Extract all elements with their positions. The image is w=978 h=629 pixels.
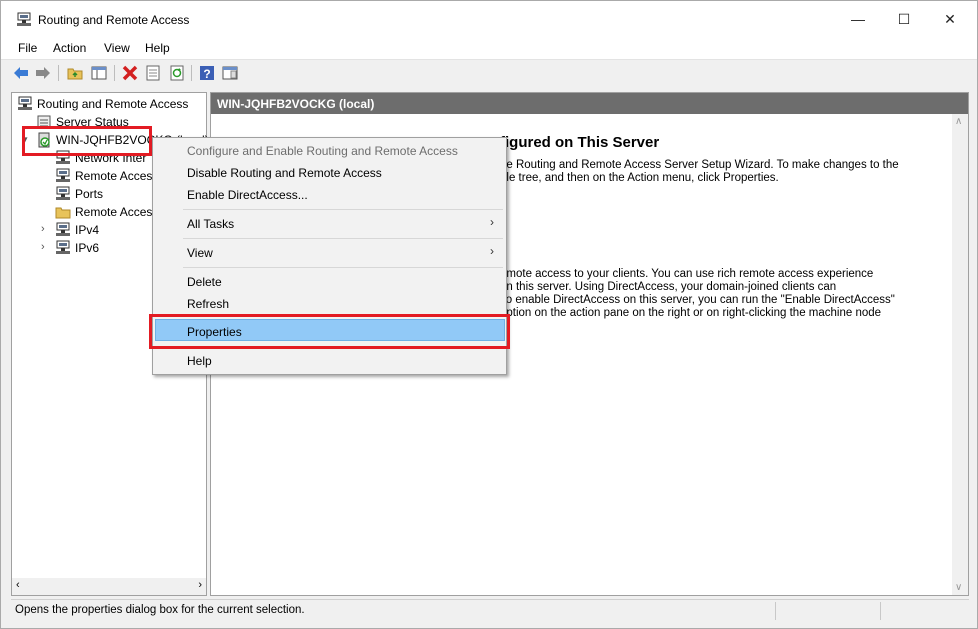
- menu-view-submenu[interactable]: View: [187, 246, 213, 260]
- tree-item-remote-access-logging[interactable]: Remote Acces: [55, 203, 152, 221]
- help-toolbar-button[interactable]: ?: [197, 64, 217, 82]
- forward-icon: [36, 67, 50, 79]
- refresh-button[interactable]: [167, 64, 187, 82]
- remote-access-logging-label: Remote Acces: [75, 205, 153, 219]
- show-hide-tree-button[interactable]: [89, 64, 109, 82]
- status-cell-2: [880, 602, 969, 620]
- forward-button[interactable]: [33, 64, 53, 82]
- delete-button[interactable]: [120, 64, 140, 82]
- properties-toolbar-button[interactable]: [143, 64, 163, 82]
- scroll-down-icon[interactable]: ∨: [955, 582, 962, 593]
- ipv4-icon: [55, 222, 71, 238]
- menu-bar: File Action View Help: [1, 37, 977, 59]
- remote-access-clients-label: Remote Acces: [75, 169, 153, 183]
- details-para2-line3: To enable DirectAccess on this server, y…: [500, 294, 895, 306]
- menu-separator: [183, 238, 503, 239]
- status-bar: Opens the properties dialog box for the …: [11, 599, 969, 621]
- up-folder-button[interactable]: [65, 64, 85, 82]
- minimize-button[interactable]: —: [835, 1, 881, 37]
- expand-ipv6-icon[interactable]: ›: [41, 241, 45, 253]
- menu-help[interactable]: Help: [145, 41, 170, 55]
- details-para1-line2: ole tree, and then on the Action menu, c…: [500, 172, 779, 184]
- tree-horizontal-scrollbar[interactable]: ‹ ›: [12, 578, 206, 595]
- routing-app-icon: [16, 12, 32, 28]
- main-window: Routing and Remote Access — ☐ ✕ File Act…: [0, 0, 978, 629]
- tree-item-remote-access-clients[interactable]: Remote Acces: [55, 167, 152, 185]
- status-text: Opens the properties dialog box for the …: [15, 604, 305, 616]
- console-icon: [222, 66, 238, 80]
- ports-icon: [55, 186, 71, 202]
- ipv6-label: IPv6: [75, 241, 100, 255]
- ipv4-label: IPv4: [75, 223, 100, 237]
- ipv6-icon: [55, 240, 71, 256]
- server-node-highlight: [22, 126, 152, 156]
- maximize-icon: ☐: [897, 10, 911, 27]
- details-para1-line1: he Routing and Remote Access Server Setu…: [500, 159, 899, 171]
- show-hide-tree-icon: [91, 66, 107, 80]
- all-tasks-chevron-icon: ›: [490, 215, 494, 229]
- routing-server-icon: [17, 96, 33, 112]
- console-button[interactable]: [220, 64, 240, 82]
- minimize-icon: —: [851, 11, 865, 27]
- delete-icon: [122, 65, 138, 81]
- window-title: Routing and Remote Access: [38, 13, 190, 27]
- details-para2-line4: option on the action pane on the right o…: [500, 307, 882, 319]
- folder-icon: [55, 204, 71, 220]
- menu-configure-enable: Configure and Enable Routing and Remote …: [187, 144, 458, 158]
- menu-help-item[interactable]: Help: [187, 354, 212, 368]
- view-chevron-icon: ›: [490, 244, 494, 258]
- details-header: WIN-JQHFB2VOCKG (local): [211, 93, 968, 114]
- details-vertical-scrollbar[interactable]: ∧ ∨: [952, 114, 968, 595]
- menu-all-tasks[interactable]: All Tasks: [187, 217, 234, 231]
- toolbar: ?: [1, 59, 977, 86]
- refresh-icon: [170, 65, 184, 81]
- title-bar: Routing and Remote Access — ☐ ✕: [1, 1, 977, 37]
- scroll-up-icon[interactable]: ∧: [955, 116, 962, 127]
- scroll-right-icon[interactable]: ›: [198, 579, 202, 591]
- remote-access-clients-icon: [55, 168, 71, 184]
- details-para2-line1: emote access to your clients. You can us…: [500, 268, 874, 280]
- menu-refresh[interactable]: Refresh: [187, 297, 229, 311]
- details-heading: figured on This Server: [500, 134, 660, 151]
- tree-item-ipv4[interactable]: IPv4: [55, 221, 99, 239]
- menu-delete[interactable]: Delete: [187, 275, 222, 289]
- help-icon: ?: [200, 66, 214, 81]
- back-button[interactable]: [11, 64, 31, 82]
- back-icon: [14, 67, 28, 79]
- menu-action[interactable]: Action: [53, 41, 86, 55]
- menu-separator: [183, 267, 503, 268]
- menu-file[interactable]: File: [18, 41, 37, 55]
- close-button[interactable]: ✕: [927, 1, 973, 37]
- tree-item-ipv6[interactable]: IPv6: [55, 239, 99, 257]
- status-cell-1: [775, 602, 880, 620]
- scroll-left-icon[interactable]: ‹: [16, 579, 20, 591]
- expand-ipv4-icon[interactable]: ›: [41, 223, 45, 235]
- svg-text:?: ?: [203, 67, 210, 81]
- menu-view[interactable]: View: [104, 41, 130, 55]
- tree-root-label: Routing and Remote Access: [37, 97, 189, 111]
- properties-icon: [146, 65, 160, 81]
- menu-enable-directaccess[interactable]: Enable DirectAccess...: [187, 188, 308, 202]
- tree-item-root[interactable]: Routing and Remote Access: [17, 95, 188, 113]
- maximize-button[interactable]: ☐: [881, 1, 927, 37]
- details-para2-line2: on this server. Using DirectAccess, your…: [500, 281, 837, 293]
- menu-disable-routing[interactable]: Disable Routing and Remote Access: [187, 166, 382, 180]
- up-folder-icon: [67, 68, 83, 80]
- tree-item-ports[interactable]: Ports: [55, 185, 103, 203]
- close-icon: ✕: [944, 10, 956, 27]
- properties-highlight: [149, 314, 510, 349]
- menu-separator: [183, 209, 503, 210]
- ports-label: Ports: [75, 187, 104, 201]
